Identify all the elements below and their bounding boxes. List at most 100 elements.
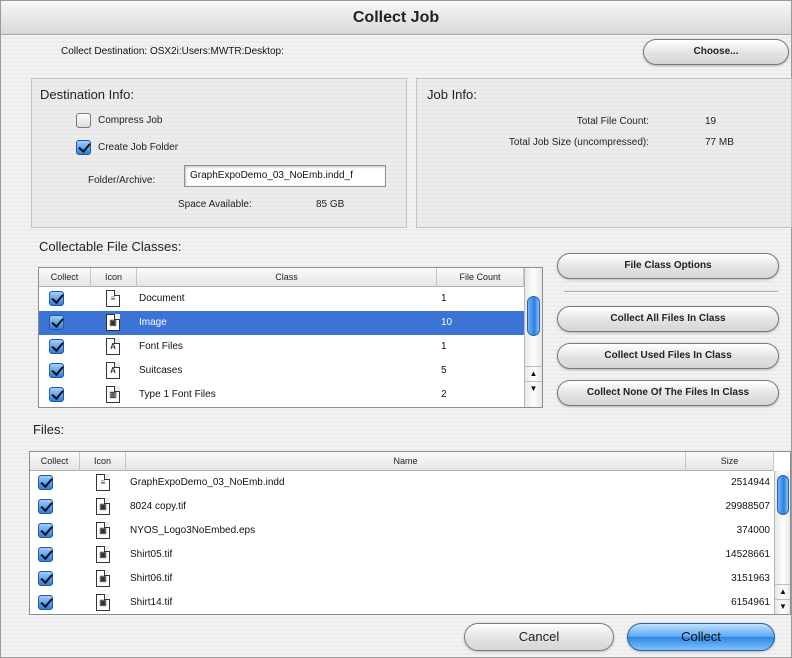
total-job-size-value: 77 MB bbox=[705, 137, 734, 148]
window-title: Collect Job bbox=[1, 1, 791, 35]
cancel-button[interactable]: Cancel bbox=[464, 623, 614, 651]
file-row[interactable]: ▣ Shirt06.tif 3151963 bbox=[30, 567, 774, 591]
column-collect[interactable]: Collect bbox=[39, 268, 91, 287]
scroll-up-arrow[interactable]: ▲ bbox=[775, 584, 790, 597]
collect-checkbox[interactable] bbox=[49, 363, 64, 378]
file-row[interactable]: ▣ NYOS_Logo3NoEmbed.eps 374000 bbox=[30, 519, 774, 543]
collectable-file-classes-title: Collectable File Classes: bbox=[39, 239, 182, 254]
column-icon[interactable]: Icon bbox=[80, 452, 126, 471]
folder-archive-label: Folder/Archive: bbox=[88, 175, 156, 186]
file-class-options-button[interactable]: File Class Options bbox=[557, 253, 779, 279]
class-row[interactable]: ▥ Type 1 Font Files 2 bbox=[39, 383, 524, 407]
button-separator bbox=[564, 291, 778, 293]
class-file-count: 2 bbox=[441, 389, 447, 400]
scroll-down-arrow[interactable]: ▼ bbox=[775, 599, 790, 612]
destination-info-title: Destination Info: bbox=[40, 87, 134, 102]
image-file-icon: ▣ bbox=[96, 498, 110, 515]
collect-checkbox[interactable] bbox=[49, 291, 64, 306]
space-available-label: Space Available: bbox=[178, 199, 252, 210]
class-file-count: 1 bbox=[441, 341, 447, 352]
file-row[interactable]: ▣ 8024 copy.tif 29988507 bbox=[30, 495, 774, 519]
collect-button[interactable]: Collect bbox=[627, 623, 775, 651]
file-name: NYOS_Logo3NoEmbed.eps bbox=[130, 525, 256, 536]
file-name: 8024 copy.tif bbox=[130, 501, 186, 512]
collect-used-files-button[interactable]: Collect Used Files In Class bbox=[557, 343, 779, 369]
class-row[interactable]: ≡ Document 1 bbox=[39, 287, 524, 311]
image-file-icon: ▣ bbox=[96, 570, 110, 587]
class-name: Font Files bbox=[139, 341, 183, 352]
column-name[interactable]: Name bbox=[126, 452, 686, 471]
collect-checkbox[interactable] bbox=[49, 315, 64, 330]
destination-info-panel: Destination Info: Compress Job Create Jo… bbox=[31, 78, 407, 228]
file-name: GraphExpoDemo_03_NoEmb.indd bbox=[130, 477, 285, 488]
image-file-icon: ▣ bbox=[96, 594, 110, 611]
font-file-icon: A bbox=[106, 338, 120, 355]
files-scrollbar[interactable]: ▲ ▼ bbox=[774, 471, 790, 614]
compress-job-checkbox[interactable] bbox=[76, 113, 91, 128]
file-size: 3151963 bbox=[731, 573, 770, 584]
class-name: Image bbox=[139, 317, 167, 328]
total-file-count-value: 19 bbox=[705, 116, 717, 127]
file-row[interactable]: ≡ GraphExpoDemo_03_NoEmb.indd 2514944 bbox=[30, 471, 774, 495]
collect-checkbox[interactable] bbox=[38, 547, 53, 562]
destination-row: Collect Destination: OSX2i:Users:MWTR:De… bbox=[61, 46, 284, 57]
column-size[interactable]: Size bbox=[686, 452, 774, 471]
create-job-folder-label: Create Job Folder bbox=[98, 142, 179, 153]
collect-none-files-button[interactable]: Collect None Of The Files In Class bbox=[557, 380, 779, 406]
destination-path: OSX2i:Users:MWTR:Desktop: bbox=[149, 46, 284, 57]
collect-all-files-button[interactable]: Collect All Files In Class bbox=[557, 306, 779, 332]
file-size: 29988507 bbox=[725, 501, 771, 512]
files-table: Collect Icon Name Size ≡ GraphExpoDemo_03… bbox=[29, 451, 791, 615]
collect-checkbox[interactable] bbox=[38, 571, 53, 586]
file-row[interactable]: ▣ Shirt05.tif 14528661 bbox=[30, 543, 774, 567]
image-file-icon: ▣ bbox=[96, 546, 110, 563]
class-row[interactable]: A Font Files 1 bbox=[39, 335, 524, 359]
file-size: 2514944 bbox=[731, 477, 770, 488]
class-file-count: 1 bbox=[441, 293, 447, 304]
scroll-down-arrow[interactable]: ▼ bbox=[525, 381, 542, 394]
image-file-icon: ▣ bbox=[96, 522, 110, 539]
column-class[interactable]: Class bbox=[137, 268, 437, 287]
folder-archive-input[interactable]: GraphExpoDemo_03_NoEmb.indd_f bbox=[184, 165, 386, 187]
file-classes-table: Collect Icon Class File Count ≡ Document 1… bbox=[38, 267, 543, 408]
collect-checkbox[interactable] bbox=[38, 523, 53, 538]
file-size: 6154961 bbox=[731, 597, 770, 608]
collect-checkbox[interactable] bbox=[38, 499, 53, 514]
total-file-count-label: Total File Count: bbox=[576, 116, 649, 127]
file-row[interactable]: ▣ Shirt14.tif 6154961 bbox=[30, 591, 774, 614]
column-icon[interactable]: Icon bbox=[91, 268, 137, 287]
document-icon: ≡ bbox=[106, 290, 120, 307]
class-file-count: 10 bbox=[441, 317, 453, 328]
files-title: Files: bbox=[33, 422, 65, 437]
collect-checkbox[interactable] bbox=[38, 595, 53, 610]
column-collect[interactable]: Collect bbox=[30, 452, 80, 471]
file-classes-scrollbar[interactable]: ▲ ▼ bbox=[524, 268, 542, 407]
collect-checkbox[interactable] bbox=[49, 387, 64, 402]
files-scroll-thumb[interactable] bbox=[777, 475, 789, 515]
collect-checkbox[interactable] bbox=[49, 339, 64, 354]
scroll-up-arrow[interactable]: ▲ bbox=[525, 366, 542, 379]
compress-job-label: Compress Job bbox=[98, 115, 163, 126]
file-name: Shirt06.tif bbox=[130, 573, 173, 584]
collect-checkbox[interactable] bbox=[38, 475, 53, 490]
destination-label: Collect Destination: bbox=[61, 46, 148, 57]
collect-job-window: Collect Job Collect Destination: OSX2i:U… bbox=[0, 0, 792, 658]
class-row[interactable]: A Suitcases 5 bbox=[39, 359, 524, 383]
job-info-panel: Job Info: Total File Count: 19 Total Job… bbox=[416, 78, 792, 228]
class-row[interactable]: ▣ Image 10 bbox=[39, 311, 524, 335]
files-header: Collect Icon Name Size bbox=[30, 452, 774, 471]
file-size: 14528661 bbox=[725, 549, 771, 560]
class-file-count: 5 bbox=[441, 365, 447, 376]
job-info-title: Job Info: bbox=[427, 87, 477, 102]
choose-button[interactable]: Choose... bbox=[643, 39, 789, 65]
create-job-folder-checkbox[interactable] bbox=[76, 140, 91, 155]
file-size: 374000 bbox=[736, 525, 770, 536]
column-file-count[interactable]: File Count bbox=[437, 268, 524, 287]
class-name: Suitcases bbox=[139, 365, 183, 376]
image-file-icon: ▣ bbox=[106, 314, 120, 331]
file-classes-scroll-thumb[interactable] bbox=[527, 296, 540, 336]
type1-font-icon: ▥ bbox=[106, 386, 120, 403]
document-icon: ≡ bbox=[96, 474, 110, 491]
class-name: Type 1 Font Files bbox=[139, 389, 216, 400]
total-job-size-label: Total Job Size (uncompressed): bbox=[508, 137, 649, 148]
